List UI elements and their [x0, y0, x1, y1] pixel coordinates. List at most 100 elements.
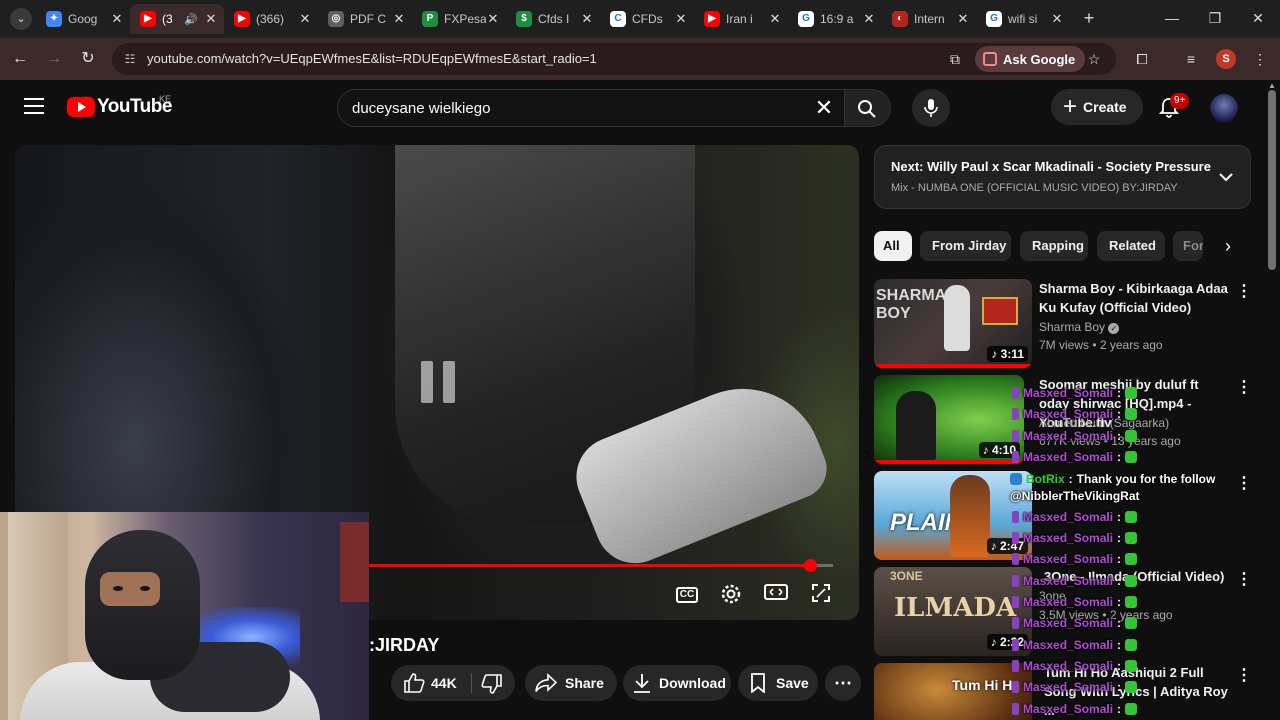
close-tab-icon[interactable]: ✕: [1050, 11, 1064, 27]
account-avatar[interactable]: [1210, 94, 1238, 122]
recommended-video[interactable]: SHARMA BOY ♪ 3:11 Sharma Boy - Kibirkaag…: [874, 279, 1264, 369]
more-options-icon[interactable]: ⋮: [1236, 379, 1252, 399]
chip-rapping[interactable]: Rapping: [1020, 231, 1088, 261]
close-tab-icon[interactable]: ✕: [862, 11, 876, 27]
progress-bar[interactable]: [369, 559, 833, 572]
browser-tab[interactable]: G 16:9 a ✕: [788, 4, 882, 34]
site-info-icon[interactable]: ☷: [122, 51, 138, 67]
tab-audio-icon[interactable]: 🔊: [184, 13, 198, 26]
tab-title: (3: [162, 12, 173, 26]
dislike-thumb-icon[interactable]: [481, 674, 503, 694]
theater-mode-icon[interactable]: [764, 583, 788, 607]
close-tab-icon[interactable]: ✕: [674, 11, 688, 27]
channel-name[interactable]: Sharma Boy ✓: [1039, 320, 1120, 334]
more-options-icon[interactable]: ⋮: [1236, 475, 1252, 495]
browser-tab[interactable]: Gwifi si ✕: [976, 4, 1070, 34]
browser-tab[interactable]: ◎ PDF C ✕: [318, 4, 412, 34]
chip-all[interactable]: All: [874, 231, 912, 261]
video-thumbnail[interactable]: ♪ 4:10: [874, 375, 1024, 464]
page-scrollbar[interactable]: [1268, 90, 1276, 270]
browser-tab[interactable]: ▶ Iran i ✕: [694, 4, 788, 34]
save-button[interactable]: Save: [738, 665, 818, 701]
url-text[interactable]: youtube.com/watch?v=UEqpEWfmesE&list=RDU…: [147, 51, 597, 66]
browser-tab[interactable]: ▶ (3 🔊 ✕: [130, 4, 224, 34]
chat-badge-icon: [1012, 596, 1019, 608]
share-button[interactable]: Share: [525, 665, 617, 701]
chevron-right-icon[interactable]: ›: [1216, 234, 1240, 258]
forward-button[interactable]: →: [44, 49, 64, 69]
chat-message: Masxed_Somali:: [1012, 595, 1138, 609]
close-tab-icon[interactable]: ✕: [956, 11, 970, 27]
close-tab-icon[interactable]: ✕: [110, 11, 124, 27]
chat-badge-icon: [1012, 703, 1019, 715]
chat-separator: :: [1117, 552, 1122, 566]
back-button[interactable]: ←: [10, 49, 30, 69]
maximize-button[interactable]: ❐: [1205, 8, 1225, 28]
profile-avatar[interactable]: S: [1216, 49, 1236, 69]
chat-emote-icon: [1125, 639, 1138, 651]
browser-toolbar: ← → ↻ ☷ youtube.com/watch?v=UEqpEWfmesE&…: [0, 38, 1280, 80]
browser-tab[interactable]: $ Cfds I ✕: [506, 4, 600, 34]
create-label: Create: [1083, 99, 1127, 115]
close-tab-icon[interactable]: ✕: [392, 11, 406, 27]
address-bar[interactable]: ☷ youtube.com/watch?v=UEqpEWfmesE&list=R…: [112, 43, 1116, 75]
more-options-icon[interactable]: ⋮: [1236, 283, 1252, 303]
scrubber-handle[interactable]: [804, 559, 817, 572]
chevron-down-icon[interactable]: [1217, 168, 1235, 186]
install-app-icon[interactable]: ⧉: [946, 50, 964, 68]
fullscreen-icon[interactable]: [809, 583, 833, 607]
chat-separator: :: [1117, 429, 1122, 443]
more-options-icon[interactable]: ⋮: [1236, 571, 1252, 591]
bookmark-star-icon[interactable]: ☆: [1085, 50, 1103, 68]
ask-google-button[interactable]: Ask Google: [975, 46, 1086, 72]
video-meta: 7M views • 2 years ago: [1039, 338, 1163, 352]
close-tab-icon[interactable]: ✕: [580, 11, 594, 27]
subtitles-icon[interactable]: CC: [676, 587, 698, 603]
close-tab-icon[interactable]: ✕: [486, 11, 500, 27]
media-controls-icon[interactable]: ≡: [1181, 49, 1201, 69]
clear-search-icon[interactable]: ✕: [812, 96, 836, 120]
chat-username: Masxed_Somali: [1023, 450, 1114, 464]
settings-gear-icon[interactable]: [719, 583, 743, 607]
like-count[interactable]: 44K: [431, 675, 457, 691]
voice-search-button[interactable]: [912, 89, 950, 127]
more-actions-button[interactable]: ⋯: [825, 665, 861, 701]
youtube-logo-icon[interactable]: [67, 97, 95, 117]
browser-tab[interactable]: P FXPesa ✕: [412, 4, 506, 34]
close-window-button[interactable]: ✕: [1248, 8, 1268, 28]
video-title[interactable]: Sharma Boy - Kibirkaaga Adaa Ku Kufay (O…: [1039, 279, 1229, 317]
new-tab-button[interactable]: +: [1079, 8, 1099, 28]
reload-button[interactable]: ↻: [78, 49, 98, 69]
browser-tab[interactable]: ▶ (366) ✕: [224, 4, 318, 34]
scroll-up-arrow-icon[interactable]: ▲: [1266, 82, 1278, 90]
close-tab-icon[interactable]: ✕: [298, 11, 312, 27]
search-query[interactable]: duceysane wielkiego: [352, 100, 490, 117]
video-thumbnail[interactable]: SHARMA BOY ♪ 3:11: [874, 279, 1032, 368]
minimize-button[interactable]: —: [1162, 8, 1182, 28]
extensions-icon[interactable]: ⧠: [1132, 49, 1152, 69]
chip-from-jirday[interactable]: From Jirday: [920, 231, 1011, 261]
chip-for-you[interactable]: For: [1173, 231, 1203, 261]
search-button[interactable]: [845, 89, 891, 127]
like-thumb-icon[interactable]: [403, 673, 425, 693]
search-input[interactable]: duceysane wielkiego ✕: [337, 89, 845, 127]
browser-tab[interactable]: ◐ Intern ✕: [882, 4, 976, 34]
up-next-card[interactable]: Next: Willy Paul x Scar Mkadinali - Soci…: [874, 145, 1251, 209]
chat-message: Masxed_Somali:: [1012, 510, 1138, 524]
download-button[interactable]: Download: [623, 665, 731, 701]
browser-tab[interactable]: C CFDs ✕: [600, 4, 694, 34]
video-thumbnail[interactable]: PLAIN ♪ 2:47: [874, 471, 1032, 560]
video-thumbnail[interactable]: Tum Hi H: [874, 663, 1032, 720]
tab-search-icon[interactable]: ⌄: [10, 8, 32, 30]
chat-message: Masxed_Somali:: [1012, 680, 1138, 694]
close-tab-icon[interactable]: ✕: [768, 11, 782, 27]
browser-tab[interactable]: ✦ Goog ✕: [36, 4, 130, 34]
browser-menu-icon[interactable]: ⋮: [1250, 49, 1270, 69]
video-thumbnail[interactable]: 3ONE ILMADA ♪ 2:22: [874, 567, 1032, 656]
chip-related[interactable]: Related: [1097, 231, 1165, 261]
guide-menu-icon[interactable]: [24, 98, 44, 116]
more-options-icon[interactable]: ⋮: [1236, 667, 1252, 687]
chat-username: Masxed_Somali: [1023, 680, 1114, 694]
close-tab-icon[interactable]: ✕: [204, 11, 218, 27]
create-button[interactable]: + Create: [1051, 89, 1143, 125]
